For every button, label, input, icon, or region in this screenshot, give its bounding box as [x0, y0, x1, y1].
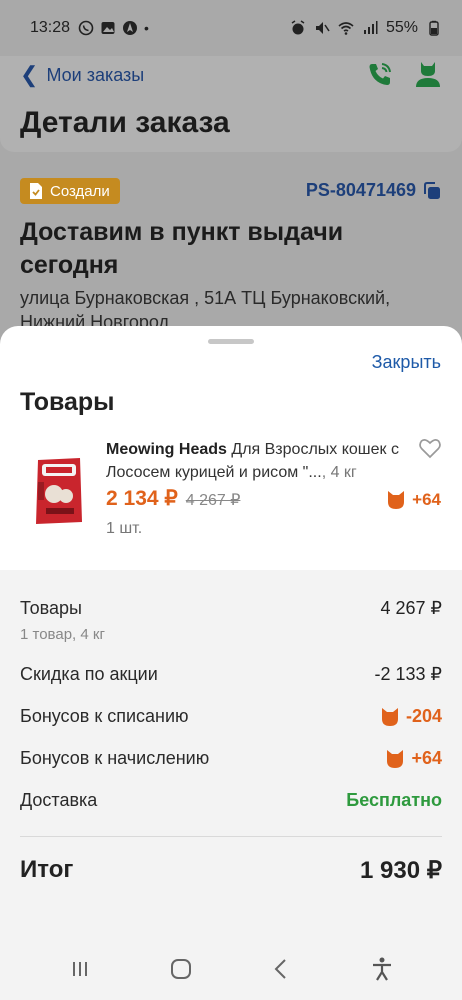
summary-total-row: Итог 1 930 ₽ — [20, 856, 442, 885]
gallery-icon — [101, 22, 115, 34]
product-brand: Meowing Heads — [106, 441, 227, 458]
home-icon[interactable] — [167, 955, 195, 983]
order-status-badge: Создали — [20, 178, 120, 204]
price-row: 2 134 ₽ 4 267 ₽ — [106, 486, 240, 511]
heart-icon[interactable] — [418, 436, 442, 460]
close-button[interactable]: Закрыть — [372, 352, 441, 373]
chevron-left-icon: ❮ — [20, 62, 39, 87]
battery-icon — [429, 20, 439, 36]
product-weight: , 4 кг — [321, 464, 357, 482]
summary-bonus-spend-value: -204 — [405, 706, 442, 726]
summary-bonus-earn-label: Бонусов к начислению — [20, 748, 210, 768]
product-image — [36, 458, 82, 524]
summary-goods-label: Товары — [20, 598, 82, 618]
product-name[interactable]: Meowing Heads Для Взрослых кошек с Лосос… — [106, 438, 406, 484]
status-left-icons: • — [78, 20, 149, 36]
goods-bottom-sheet: Закрыть Товары Meowing Heads Для Взрослы… — [0, 326, 462, 1000]
mute-icon — [315, 22, 330, 34]
summary-discount-value: -2 133 ₽ — [374, 664, 443, 684]
summary-total-label: Итог — [20, 856, 74, 883]
copy-icon[interactable] — [422, 181, 442, 201]
status-time: 13:28 — [30, 19, 71, 36]
summary-bonus-earn-value: +64 — [411, 748, 442, 768]
wifi-icon — [338, 22, 354, 35]
recents-icon[interactable] — [66, 955, 94, 983]
summary-bonus-spend-label: Бонусов к списанию — [20, 706, 189, 726]
product-bonus-value: +64 — [412, 490, 441, 509]
delivery-title: Доставим в пункт выдачи сегодня — [20, 218, 344, 279]
summary-bonus-earn: +64 — [385, 748, 442, 769]
summary-delivery-value: Бесплатно — [346, 790, 442, 810]
back-button[interactable]: ❮ Мои заказы — [20, 62, 144, 88]
signal-icon — [363, 21, 378, 34]
summary-goods-sub: 1 товар, 4 кг — [20, 626, 105, 643]
page-title: Детали заказа — [20, 106, 230, 139]
product-price: 2 134 ₽ — [106, 487, 178, 510]
order-summary: Товары 4 267 ₽ 1 товар, 4 кг Скидка по а… — [0, 570, 462, 1000]
accessibility-icon[interactable] — [368, 955, 396, 983]
cat-bonus-icon — [388, 491, 405, 509]
product-bonus: +64 — [386, 490, 441, 510]
summary-discount-row: Скидка по акции -2 133 ₽ — [20, 664, 442, 685]
cat-bonus-icon — [381, 707, 398, 726]
cat-bonus-icon — [387, 749, 404, 768]
header-actions — [366, 60, 442, 88]
back-label: Мои заказы — [46, 64, 145, 85]
document-check-icon — [30, 183, 42, 199]
viber-icon — [78, 20, 94, 36]
user-icon[interactable] — [414, 60, 442, 88]
summary-goods-value: 4 267 ₽ — [380, 598, 443, 618]
product-quantity: 1 шт. — [106, 520, 143, 537]
back-icon[interactable] — [267, 955, 295, 983]
navigation-icon — [123, 21, 138, 35]
phone-icon[interactable] — [366, 60, 394, 88]
summary-bonus-earn-row: Бонусов к начислению +64 — [20, 748, 442, 769]
summary-bonus-spend: -204 — [380, 706, 442, 727]
battery-percent: 55% — [385, 19, 418, 36]
order-status-label: Создали — [50, 182, 110, 200]
alarm-icon — [291, 20, 305, 35]
summary-delivery-label: Доставка — [20, 790, 98, 810]
summary-divider — [20, 836, 442, 837]
product-old-price: 4 267 ₽ — [185, 492, 241, 509]
summary-goods-row: Товары 4 267 ₽ — [20, 598, 442, 619]
sheet-drag-handle[interactable] — [208, 339, 254, 344]
status-right-icons: 55% — [290, 19, 442, 37]
summary-discount-label: Скидка по акции — [20, 664, 158, 684]
order-id-text: PS-80471469 — [305, 180, 416, 200]
system-navigation-bar — [0, 938, 462, 1000]
order-id[interactable]: PS-80471469 — [306, 180, 442, 201]
summary-bonus-spend-row: Бонусов к списанию -204 — [20, 706, 442, 727]
status-bar: 13:28 • 55% — [0, 0, 462, 56]
notification-dot: • — [144, 20, 149, 36]
product-item[interactable]: Meowing Heads Для Взрослых кошек с Лосос… — [0, 434, 462, 568]
summary-total-value: 1 930 ₽ — [360, 857, 442, 884]
goods-title: Товары — [20, 388, 115, 416]
summary-delivery-row: Доставка Бесплатно — [20, 790, 442, 811]
